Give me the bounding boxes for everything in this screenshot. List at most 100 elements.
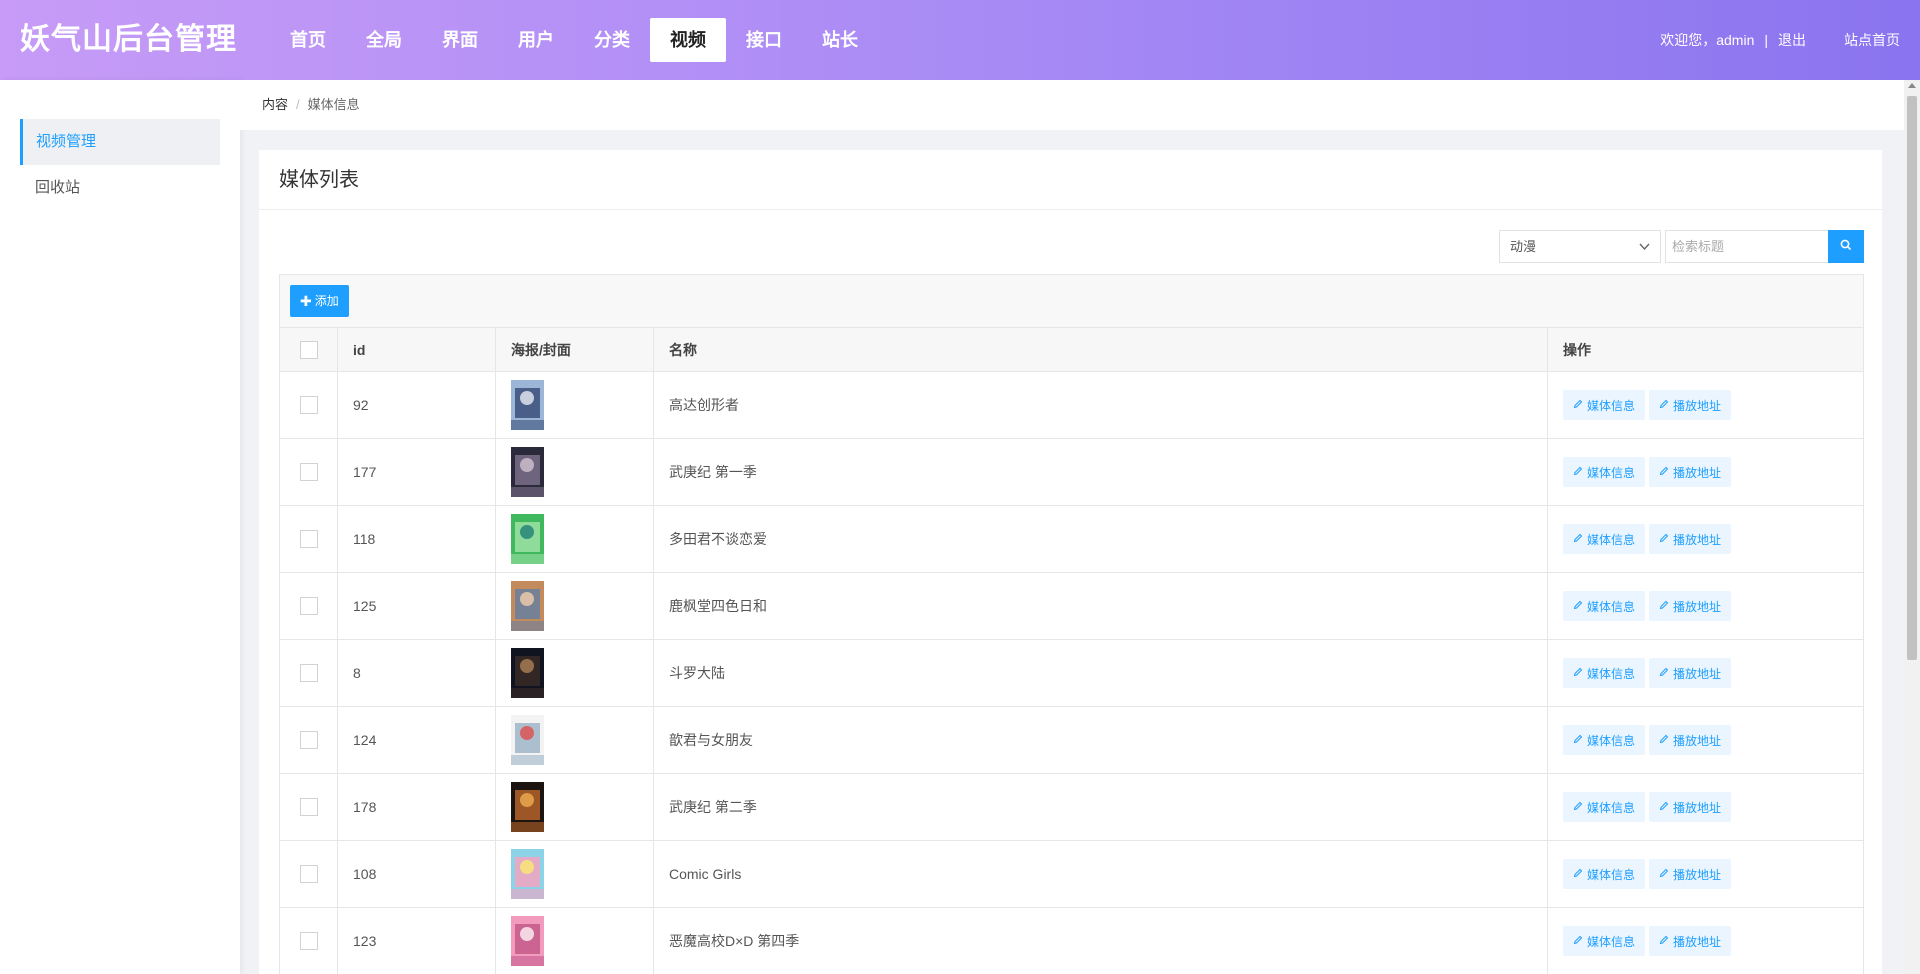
row-poster-cell	[495, 572, 654, 640]
nav-home[interactable]: 首页	[270, 18, 346, 62]
media-info-button[interactable]: 媒体信息	[1563, 926, 1646, 956]
row-poster-cell	[495, 371, 654, 439]
poster-image[interactable]	[511, 447, 544, 497]
search-button[interactable]	[1828, 230, 1864, 263]
row-checkbox[interactable]	[299, 798, 318, 817]
scroll-up-arrow-icon[interactable]	[1908, 83, 1916, 88]
row-id: 92	[337, 371, 496, 439]
row-checkbox-cell	[279, 840, 338, 908]
row-actions: 媒体信息 播放地址	[1547, 371, 1864, 439]
nav-categories[interactable]: 分类	[574, 18, 650, 62]
row-checkbox-cell	[279, 639, 338, 707]
nav-api[interactable]: 接口	[726, 18, 802, 62]
row-checkbox[interactable]	[299, 396, 318, 415]
row-checkbox[interactable]	[299, 597, 318, 616]
play-url-button[interactable]: 播放地址	[1649, 390, 1732, 420]
nav-video[interactable]: 视频	[650, 18, 726, 62]
media-info-label: 媒体信息	[1587, 800, 1636, 815]
sidebar-item-recycle-bin[interactable]: 回收站	[20, 165, 220, 211]
edit-icon	[1573, 465, 1587, 479]
sidebar: 视频管理 回收站	[0, 80, 240, 974]
row-checkbox-cell	[279, 907, 338, 974]
media-info-button[interactable]: 媒体信息	[1563, 390, 1646, 420]
header-poster: 海报/封面	[495, 327, 654, 372]
media-info-label: 媒体信息	[1587, 733, 1636, 748]
poster-image[interactable]	[511, 648, 544, 698]
row-actions: 媒体信息 播放地址	[1547, 505, 1864, 573]
poster-image[interactable]	[511, 916, 544, 966]
poster-image[interactable]	[511, 514, 544, 564]
row-checkbox[interactable]	[299, 463, 318, 482]
search-input[interactable]	[1665, 230, 1829, 263]
media-info-button[interactable]: 媒体信息	[1563, 792, 1646, 822]
nav-webmaster[interactable]: 站长	[802, 18, 878, 62]
poster-image[interactable]	[511, 782, 544, 832]
edit-icon	[1573, 867, 1587, 881]
play-url-button[interactable]: 播放地址	[1649, 859, 1732, 889]
table-row: 118 多田君不谈恋爱 媒体信息 播放地址	[279, 505, 1864, 573]
row-id: 124	[337, 706, 496, 774]
nav-global[interactable]: 全局	[346, 18, 422, 62]
row-checkbox[interactable]	[299, 664, 318, 683]
play-url-button[interactable]: 播放地址	[1649, 524, 1732, 554]
edit-icon	[1573, 934, 1587, 948]
play-url-button[interactable]: 播放地址	[1649, 792, 1732, 822]
user-area: 欢迎您，admin | 退出 站点首页	[1660, 30, 1900, 50]
media-table: id 海报/封面 名称 操作 92 高达创形者 媒体信息 播放地址 177 武庚纪 第一季…	[279, 327, 1864, 974]
edit-icon	[1573, 666, 1587, 680]
breadcrumb-divider: /	[296, 97, 300, 112]
site-home-link[interactable]: 站点首页	[1844, 30, 1900, 50]
row-name: 斗罗大陆	[653, 639, 1548, 707]
row-checkbox[interactable]	[299, 865, 318, 884]
play-url-button[interactable]: 播放地址	[1649, 926, 1732, 956]
poster-image[interactable]	[511, 380, 544, 430]
scroll-thumb[interactable]	[1907, 96, 1917, 660]
play-url-button[interactable]: 播放地址	[1649, 658, 1732, 688]
category-select-value: 动漫	[1510, 239, 1537, 254]
nav-interface[interactable]: 界面	[422, 18, 498, 62]
media-info-button[interactable]: 媒体信息	[1563, 658, 1646, 688]
media-info-button[interactable]: 媒体信息	[1563, 457, 1646, 487]
media-info-label: 媒体信息	[1587, 398, 1636, 413]
edit-icon	[1659, 465, 1673, 479]
play-url-label: 播放地址	[1673, 465, 1722, 480]
add-button[interactable]: ✚ 添加	[290, 285, 349, 317]
play-url-label: 播放地址	[1673, 733, 1722, 748]
play-url-button[interactable]: 播放地址	[1649, 457, 1732, 487]
table-toolbar: ✚ 添加	[279, 274, 1864, 328]
media-info-button[interactable]: 媒体信息	[1563, 591, 1646, 621]
row-name: 歆君与女朋友	[653, 706, 1548, 774]
breadcrumb-root[interactable]: 内容	[262, 97, 288, 112]
row-checkbox[interactable]	[299, 530, 318, 549]
row-name: 恶魔高校D×D 第四季	[653, 907, 1548, 974]
page-scrollbar[interactable]	[1904, 80, 1920, 974]
edit-icon	[1659, 398, 1673, 412]
poster-image[interactable]	[511, 849, 544, 899]
logout-link[interactable]: 退出	[1778, 30, 1806, 50]
play-url-label: 播放地址	[1673, 599, 1722, 614]
row-checkbox-cell	[279, 505, 338, 573]
row-poster-cell	[495, 773, 654, 841]
table-row: 108 Comic Girls 媒体信息 播放地址	[279, 840, 1864, 908]
row-checkbox[interactable]	[299, 731, 318, 750]
nav-users[interactable]: 用户	[498, 18, 574, 62]
sidebar-item-video-management[interactable]: 视频管理	[20, 119, 220, 165]
media-info-button[interactable]: 媒体信息	[1563, 524, 1646, 554]
category-select[interactable]: 动漫	[1499, 230, 1661, 263]
poster-image[interactable]	[511, 581, 544, 631]
row-actions: 媒体信息 播放地址	[1547, 639, 1864, 707]
media-info-button[interactable]: 媒体信息	[1563, 859, 1646, 889]
select-all-checkbox[interactable]	[299, 340, 318, 359]
play-url-label: 播放地址	[1673, 867, 1722, 882]
media-info-label: 媒体信息	[1587, 599, 1636, 614]
row-checkbox[interactable]	[299, 932, 318, 951]
poster-image[interactable]	[511, 715, 544, 765]
edit-icon	[1573, 599, 1587, 613]
media-info-button[interactable]: 媒体信息	[1563, 725, 1646, 755]
brand-title: 妖气山后台管理	[20, 23, 237, 56]
table-header-row: id 海报/封面 名称 操作	[279, 327, 1864, 372]
row-actions: 媒体信息 播放地址	[1547, 907, 1864, 974]
play-url-button[interactable]: 播放地址	[1649, 725, 1732, 755]
row-checkbox-cell	[279, 371, 338, 439]
play-url-button[interactable]: 播放地址	[1649, 591, 1732, 621]
